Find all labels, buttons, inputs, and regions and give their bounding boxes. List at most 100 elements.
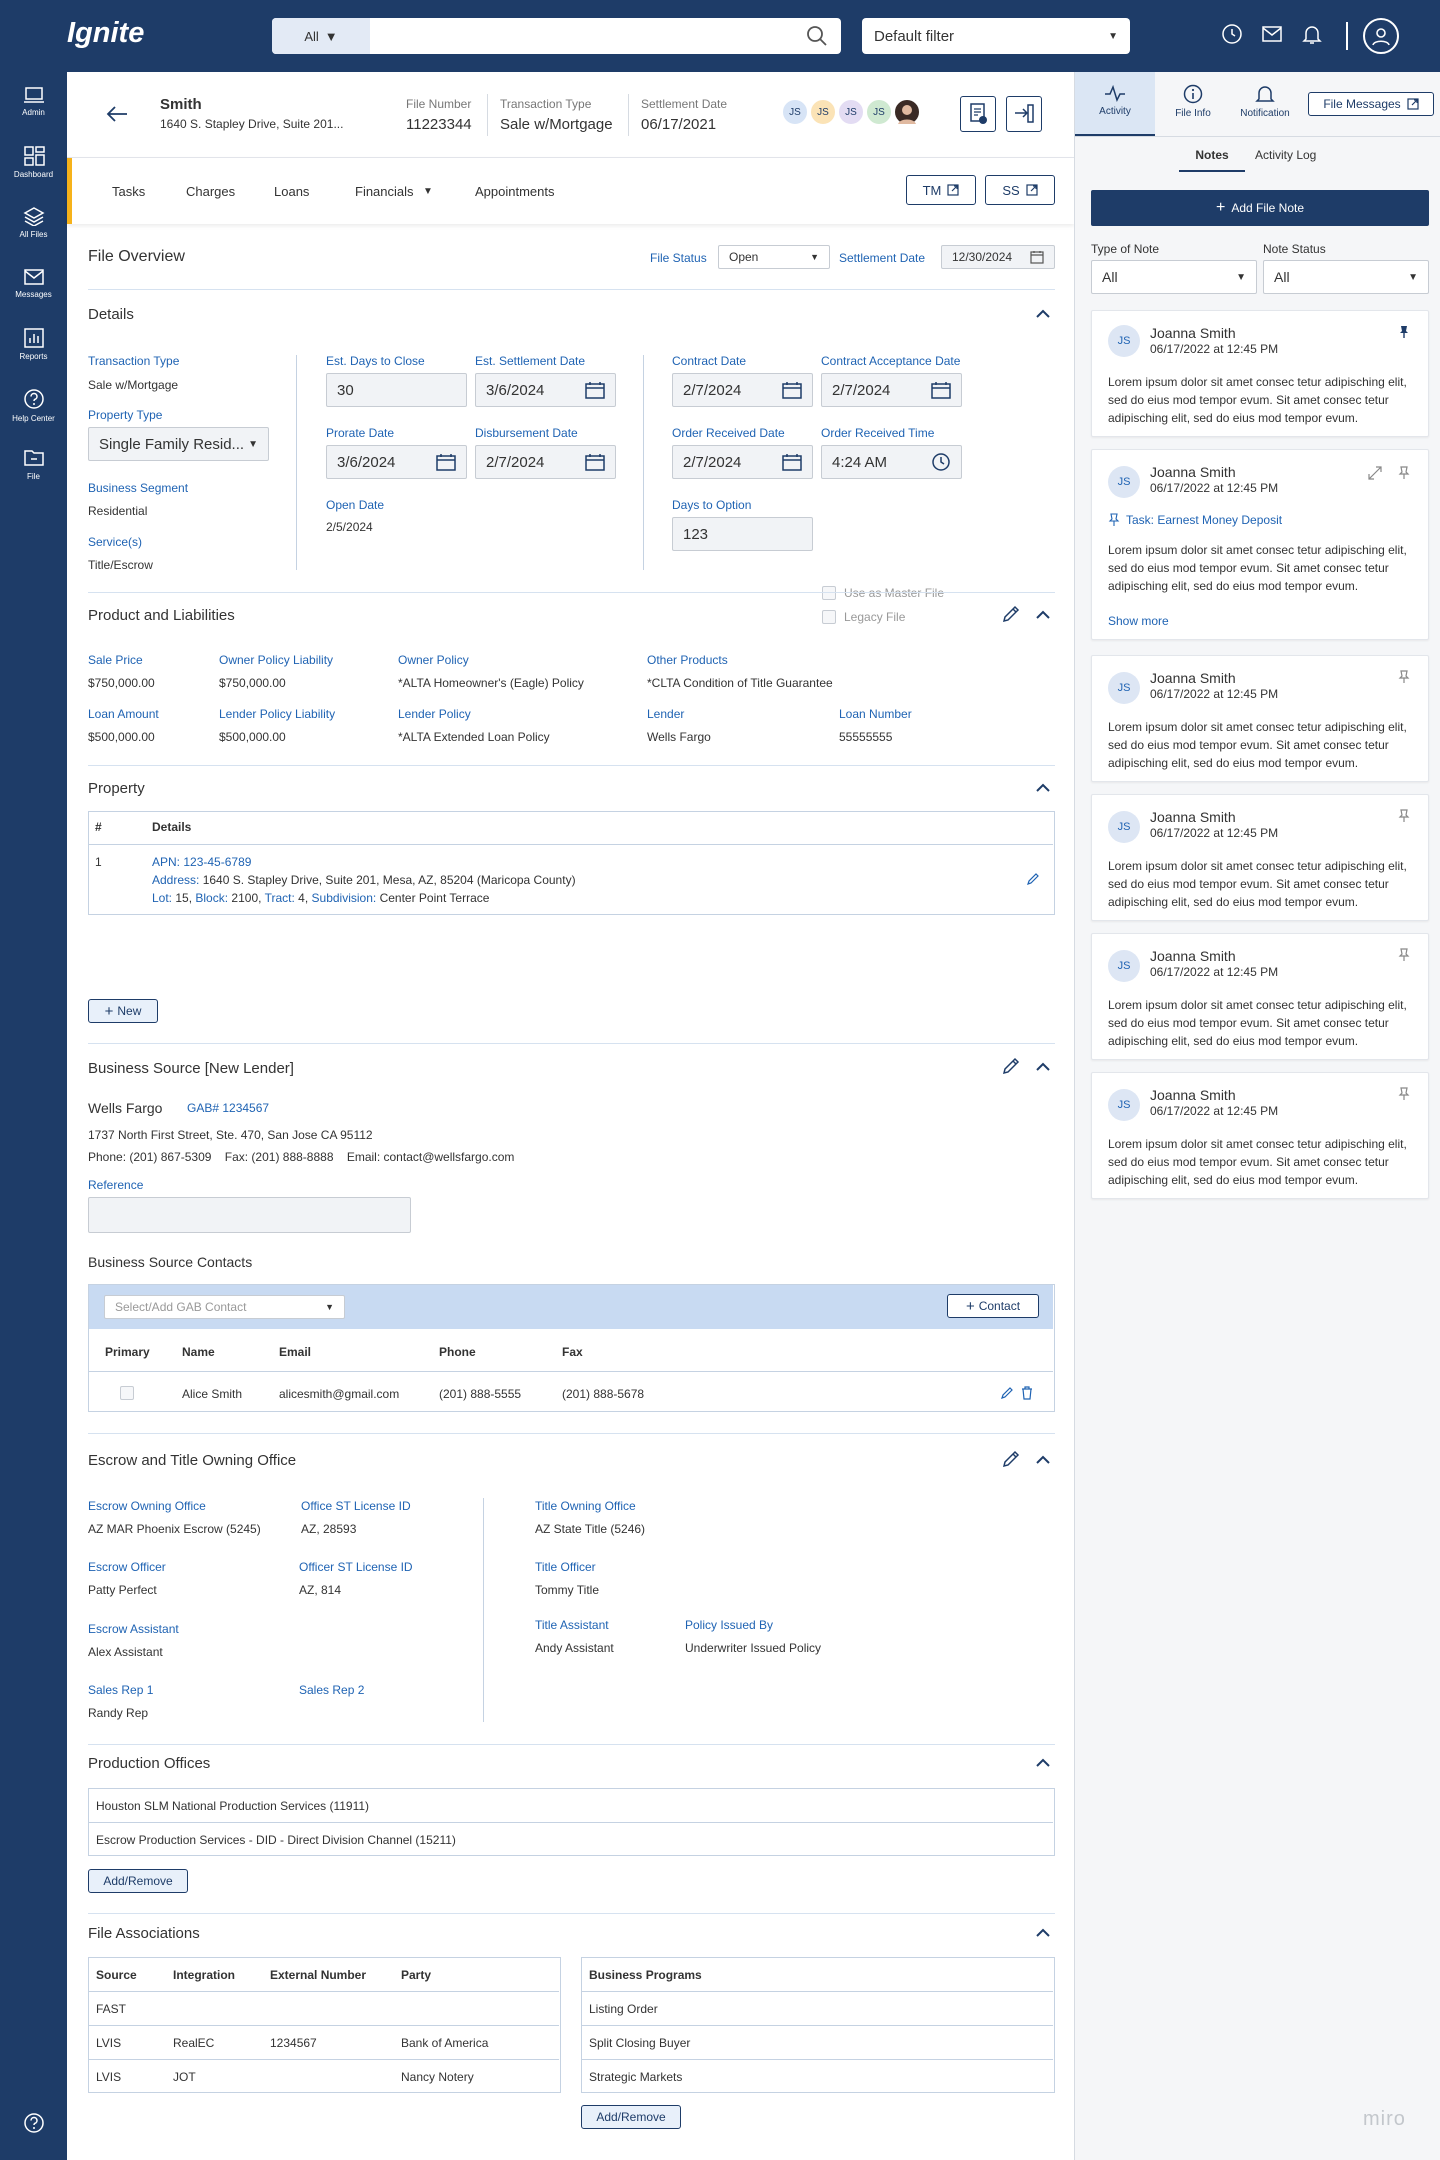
show-more-link[interactable]: Show more [1108,614,1169,628]
file-messages-button[interactable]: File Messages [1308,92,1434,116]
caret-down-icon[interactable]: ▼ [423,186,433,197]
production-add-remove-button[interactable]: Add/Remove [88,1869,188,1893]
settlement-date-input[interactable]: 12/30/2024 [941,245,1055,269]
collapse-product-button[interactable] [1035,610,1051,620]
team-avatar[interactable]: JS [809,98,837,126]
file-status-select[interactable]: Open ▼ [718,245,830,269]
rtab-notification[interactable]: Notification [1225,72,1305,136]
reference-input[interactable] [88,1197,411,1233]
note-type-select[interactable]: All ▼ [1091,260,1257,294]
tab-charges[interactable]: Charges [186,184,235,199]
est-settlement-input[interactable]: 3/6/2024 [475,373,616,407]
contract-date-input[interactable]: 2/7/2024 [672,373,813,407]
primary-checkbox[interactable] [120,1386,134,1400]
collapse-associations-button[interactable] [1035,1928,1051,1938]
contact-email: alicesmith@gmail.com [279,1387,400,1401]
note-date: 06/17/2022 at 12:45 PM [1150,342,1279,356]
collapse-production-button[interactable] [1035,1758,1051,1768]
transaction-type-label: Transaction Type [500,97,592,111]
column-divider [483,1498,484,1722]
search-button[interactable] [805,24,829,48]
est-days-input[interactable]: 30 [326,373,467,407]
add-file-note-button[interactable]: + Add File Note [1091,190,1429,226]
subtab-activity-log[interactable]: Activity Log [1255,148,1316,162]
pin-button[interactable] [1397,466,1411,480]
sidebar-item-help-center[interactable]: Help Center [0,388,67,423]
tab-appointments[interactable]: Appointments [475,184,555,199]
delete-contact-button[interactable] [1020,1386,1034,1400]
edit-property-button[interactable] [1026,872,1040,886]
sidebar-item-reports[interactable]: Reports [0,328,67,361]
pin-button[interactable] [1397,670,1411,684]
note-status-select[interactable]: All ▼ [1263,260,1429,294]
add-contact-button[interactable]: + Contact [947,1294,1039,1318]
sidebar-item-messages[interactable]: Messages [0,268,67,299]
master-file-checkbox[interactable] [822,586,836,600]
ss-button[interactable]: SS [985,175,1055,205]
team-avatar[interactable]: JS [837,98,865,126]
collapse-property-button[interactable] [1035,783,1051,793]
sidebar-item-all-files[interactable]: All Files [0,206,67,239]
settlement-date-label: Settlement Date [641,97,728,111]
order-time-input[interactable]: 4:24 AM [821,445,962,479]
pin-button[interactable] [1397,325,1411,339]
sidebar-item-admin[interactable]: Admin [0,86,67,117]
edit-product-button[interactable] [1001,604,1021,624]
search-category-dropdown[interactable]: All ▼ [272,18,370,54]
note-card[interactable]: JS Joanna Smith 06/17/2022 at 12:45 PM L… [1091,655,1429,782]
note-card[interactable]: JS Joanna Smith 06/17/2022 at 12:45 PM T… [1091,449,1429,640]
tab-financials[interactable]: Financials [355,184,414,199]
property-type-select[interactable]: Single Family Resid... ▼ [88,427,269,461]
file-status-value: Open [729,250,759,264]
new-property-button[interactable]: + New [88,999,158,1023]
note-card[interactable]: JS Joanna Smith 06/17/2022 at 12:45 PM L… [1091,794,1429,921]
edit-escrow-button[interactable] [1001,1449,1021,1469]
pin-button[interactable] [1397,809,1411,823]
legacy-file-checkbox[interactable] [822,610,836,624]
team-avatar[interactable]: JS [865,98,893,126]
collapse-escrow-button[interactable] [1035,1455,1051,1465]
settlement-date-label: Settlement Date [839,251,926,265]
tm-button[interactable]: TM [906,175,976,205]
gab-number[interactable]: GAB# 1234567 [187,1101,269,1115]
tab-tasks[interactable]: Tasks [112,184,145,199]
prorate-date-input[interactable]: 3/6/2024 [326,445,467,479]
expand-note-button[interactable] [1368,466,1382,480]
notifications-button[interactable] [1300,22,1324,46]
pin-button[interactable] [1397,948,1411,962]
back-button[interactable] [105,104,129,124]
messages-button[interactable] [1260,22,1284,46]
contract-acceptance-input[interactable]: 2/7/2024 [821,373,962,407]
file-info-button[interactable] [960,96,996,132]
note-card[interactable]: JS Joanna Smith 06/17/2022 at 12:45 PM L… [1091,933,1429,1060]
days-option-input[interactable]: 123 [672,517,813,551]
edit-contact-button[interactable] [1000,1386,1014,1400]
note-card[interactable]: JS Joanna Smith 06/17/2022 at 12:45 PM L… [1091,1072,1429,1199]
subtab-notes[interactable]: Notes [1179,148,1245,172]
office-license-label: Office ST License ID [301,1499,411,1513]
programs-add-remove-button[interactable]: Add/Remove [581,2105,681,2129]
collapse-details-button[interactable] [1035,309,1051,319]
disbursement-date-input[interactable]: 2/7/2024 [475,445,616,479]
team-avatar[interactable]: JS [781,98,809,126]
sidebar-item-dashboard[interactable]: Dashboard [0,146,67,179]
history-button[interactable] [1220,22,1244,46]
rtab-activity[interactable]: Activity [1075,72,1155,136]
exit-file-button[interactable] [1006,96,1042,132]
note-task-link[interactable]: Task: Earnest Money Deposit [1108,513,1282,527]
rtab-file-info[interactable]: File Info [1153,72,1233,136]
help-button[interactable] [0,2112,67,2138]
tab-loans[interactable]: Loans [274,184,309,199]
search-input[interactable] [376,24,776,48]
team-avatar-photo[interactable] [893,98,921,126]
sidebar-item-file[interactable]: File [0,448,67,481]
pin-button[interactable] [1397,1087,1411,1101]
edit-business-source-button[interactable] [1001,1056,1021,1076]
file-number: 11223344 [406,116,472,133]
order-received-input[interactable]: 2/7/2024 [672,445,813,479]
gab-contact-select[interactable]: Select/Add GAB Contact ▼ [104,1295,345,1319]
note-card[interactable]: JS Joanna Smith 06/17/2022 at 12:45 PM L… [1091,310,1429,437]
user-avatar[interactable] [1363,18,1399,54]
collapse-business-source-button[interactable] [1035,1062,1051,1072]
filter-dropdown[interactable]: Default filter ▼ [862,18,1130,54]
